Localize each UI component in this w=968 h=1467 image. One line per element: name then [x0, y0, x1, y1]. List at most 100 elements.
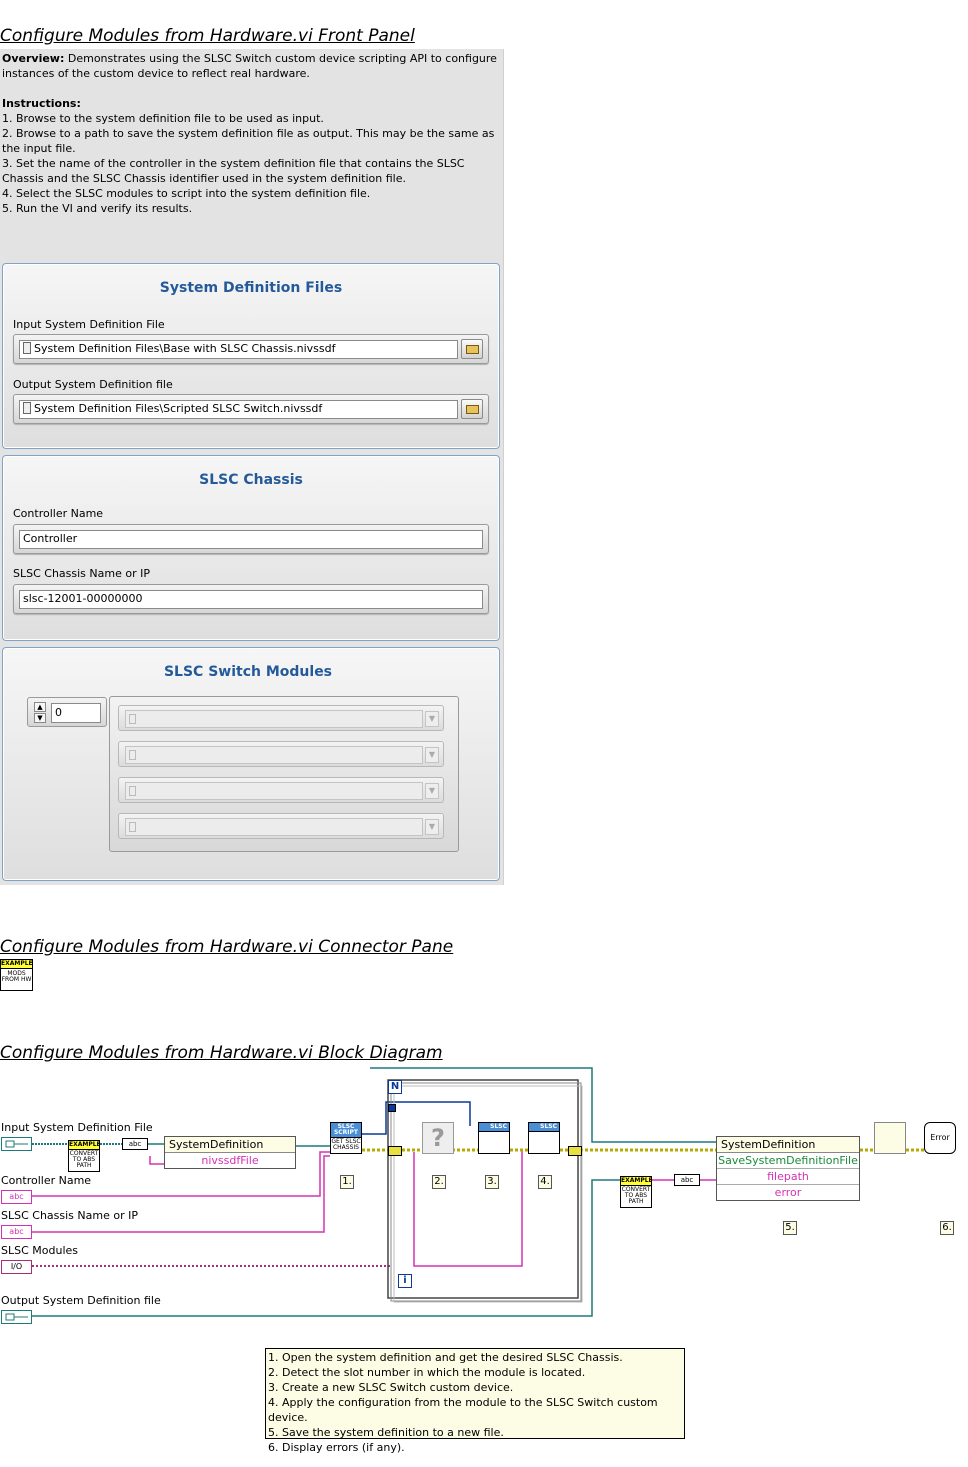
io-icon — [129, 714, 136, 724]
note-line: 3. Create a new SLSC Switch custom devic… — [268, 1381, 514, 1394]
dropdown-arrow-icon[interactable]: ▼ — [425, 747, 439, 763]
chassis-name-control: slsc-12001-00000000 — [13, 584, 489, 614]
filepath-row: filepath — [717, 1169, 859, 1185]
front-panel-heading: Configure Modules from Hardware.vi Front… — [0, 26, 415, 46]
dropdown-arrow-icon[interactable]: ▼ — [425, 819, 439, 835]
apply-configuration-node[interactable]: SLSC — [528, 1122, 560, 1154]
error-handler-node[interactable]: Error — [924, 1122, 956, 1154]
convert-abs-path-node[interactable]: EXAMPLE CONVERT TO ABS PATH — [620, 1176, 652, 1208]
controller-terminal-label: Controller Name — [1, 1174, 92, 1187]
step-number: 3. — [485, 1175, 499, 1189]
controller-name-control: Controller — [13, 524, 489, 554]
note-line: 2. Detect the slot number in which the m… — [268, 1366, 586, 1379]
chassis-name-input[interactable]: slsc-12001-00000000 — [19, 590, 483, 609]
node-text: CONVERT TO ABS PATH — [621, 1186, 651, 1205]
note-line: 4. Apply the configuration from the modu… — [268, 1396, 658, 1424]
step-number: 1. — [340, 1175, 354, 1189]
front-panel: Overview: Demonstrates using the SLSC Sw… — [0, 49, 504, 885]
dropdown-arrow-icon[interactable]: ▼ — [425, 711, 439, 727]
module-ring[interactable]: ▼ — [118, 741, 444, 767]
dropdown-arrow-icon[interactable]: ▼ — [425, 783, 439, 799]
save-system-definition-invoke-node[interactable]: SystemDefinition SaveSystemDefinitionFil… — [716, 1136, 860, 1201]
node-banner: SLSC SCRIPT — [331, 1123, 361, 1138]
module-ring-field — [125, 782, 423, 800]
slsc-switch-modules-group: SLSC Switch Modules ▲ ▼ 0 ▼ ▼ ▼ ▼ — [2, 647, 500, 881]
chassis-terminal-label: SLSC Chassis Name or IP — [1, 1209, 138, 1222]
path-to-string-node[interactable]: abc — [674, 1174, 700, 1186]
io-icon — [129, 750, 136, 760]
path-icon — [23, 402, 31, 414]
property-node-header: SystemDefinition — [165, 1137, 295, 1153]
modules-terminal: I/O — [1, 1260, 32, 1274]
placeholder-vi-icon[interactable]: ? — [422, 1122, 454, 1154]
path-icon — [5, 1313, 28, 1321]
increment-button[interactable]: ▲ — [34, 702, 46, 712]
invoke-node-header: SystemDefinition — [717, 1137, 859, 1153]
group-title: SLSC Switch Modules — [163, 664, 333, 680]
shift-register-left — [388, 1146, 402, 1156]
folder-icon — [466, 405, 479, 414]
output-file-terminal — [1, 1310, 32, 1324]
icon-banner: EXAMPLE — [1, 960, 33, 969]
invoke-method-row: SaveSystemDefinitionFile — [717, 1154, 859, 1169]
create-slsc-switch-node[interactable]: SLSC — [478, 1122, 510, 1154]
instruction-step: 5. Run the VI and verify its results. — [2, 202, 193, 215]
module-ring-field — [125, 818, 423, 836]
modules-array: ▼ ▼ ▼ ▼ — [109, 696, 459, 852]
get-slsc-chassis-node[interactable]: SLSC SCRIPT GET SLSC CHASSIS — [330, 1122, 362, 1154]
node-text: GET SLSC CHASSIS — [331, 1138, 361, 1151]
instruction-step: 4. Select the SLSC modules to script int… — [2, 187, 371, 200]
auto-index-tunnel — [388, 1104, 396, 1112]
block-diagram: Input System Definition File Controller … — [0, 1066, 968, 1466]
chassis-name-label: SLSC Chassis Name or IP — [13, 567, 150, 580]
output-file-control: System Definition Files\Scripted SLSC Sw… — [13, 394, 489, 424]
step-number: 5. — [783, 1221, 797, 1235]
diagram-notes: 1. Open the system definition and get th… — [265, 1348, 685, 1454]
input-file-path[interactable]: System Definition Files\Base with SLSC C… — [19, 340, 458, 359]
input-file-label: Input System Definition File — [13, 318, 165, 331]
wires — [32, 1067, 924, 1317]
system-definition-property-node[interactable]: SystemDefinition nivssdfFile — [164, 1136, 296, 1169]
array-index-input[interactable]: 0 — [51, 703, 101, 723]
loop-count-terminal: N — [388, 1080, 402, 1094]
module-ring[interactable]: ▼ — [118, 813, 444, 839]
module-ring[interactable]: ▼ — [118, 777, 444, 803]
note-line: 1. Open the system definition and get th… — [268, 1351, 623, 1364]
modules-terminal-label: SLSC Modules — [1, 1244, 78, 1257]
module-ring[interactable]: ▼ — [118, 705, 444, 731]
instruction-step: 2. Browse to a path to save the system d… — [2, 127, 495, 155]
step-number: 6. — [940, 1221, 954, 1235]
loop-iteration-terminal: i — [398, 1274, 412, 1288]
step-number: 2. — [432, 1175, 446, 1189]
browse-input-button[interactable] — [461, 339, 483, 359]
input-file-control: System Definition Files\Base with SLSC C… — [13, 334, 489, 364]
icon-text: MODS FROM HW — [1, 970, 32, 983]
group-title: System Definition Files — [159, 280, 343, 296]
io-icon — [129, 822, 136, 832]
error-row: error — [774, 1186, 802, 1199]
output-file-value: System Definition Files\Scripted SLSC Sw… — [34, 402, 323, 415]
convert-abs-path-node[interactable]: EXAMPLE CONVERT TO ABS PATH — [68, 1140, 100, 1172]
instruction-step: 1. Browse to the system definition file … — [2, 112, 324, 125]
decrement-button[interactable]: ▼ — [34, 713, 46, 723]
input-file-terminal-label: Input System Definition File — [1, 1121, 153, 1134]
close-reference-node[interactable] — [874, 1122, 906, 1154]
group-title: SLSC Chassis — [199, 472, 303, 488]
chassis-terminal: abc — [1, 1225, 32, 1239]
path-to-string-node[interactable]: abc — [122, 1138, 148, 1150]
vi-icon: EXAMPLE MODS FROM HW — [0, 959, 33, 991]
array-index-control: ▲ ▼ 0 — [27, 697, 107, 727]
instructions-label: Instructions: — [2, 97, 81, 110]
path-icon — [5, 1140, 28, 1148]
node-banner: SLSC — [479, 1123, 509, 1132]
controller-name-input[interactable]: Controller — [19, 530, 483, 549]
input-file-terminal — [1, 1137, 32, 1151]
output-file-label: Output System Definition file — [13, 378, 173, 391]
connector-pane-heading: Configure Modules from Hardware.vi Conne… — [0, 937, 454, 957]
node-banner: EXAMPLE — [69, 1141, 100, 1150]
slsc-chassis-group: SLSC Chassis Controller Name Controller … — [2, 455, 500, 641]
io-icon — [129, 786, 136, 796]
browse-output-button[interactable] — [461, 399, 483, 419]
output-file-path[interactable]: System Definition Files\Scripted SLSC Sw… — [19, 400, 458, 419]
node-banner: SLSC — [529, 1123, 559, 1132]
